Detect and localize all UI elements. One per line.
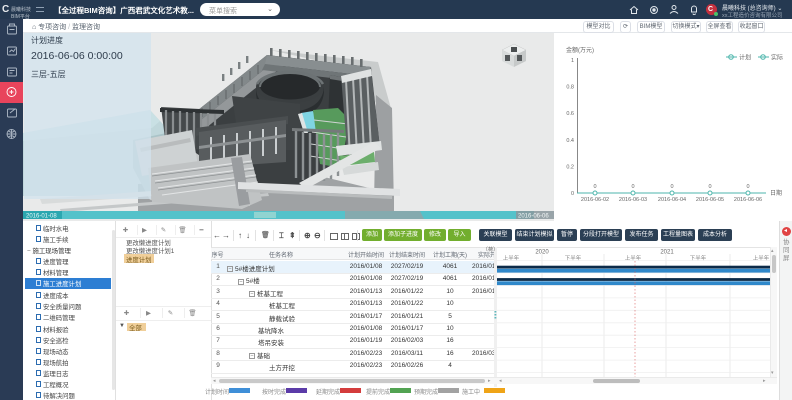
svg-text:0: 0 <box>571 191 574 197</box>
svg-text:0: 0 <box>593 184 596 190</box>
svg-text:日期: 日期 <box>770 189 782 197</box>
svg-text:0.8: 0.8 <box>566 85 574 91</box>
svg-text:0.2: 0.2 <box>566 164 574 170</box>
svg-text:实际: 实际 <box>771 54 783 62</box>
svg-text:0: 0 <box>631 184 634 190</box>
svg-text:0: 0 <box>670 184 673 190</box>
svg-text:0.6: 0.6 <box>566 111 574 117</box>
svg-text:2016-01-08: 2016-01-08 <box>26 214 57 220</box>
svg-text:2016-06-06: 2016-06-06 <box>734 197 762 203</box>
svg-text:1: 1 <box>571 58 574 64</box>
svg-text:金额(万元): 金额(万元) <box>566 46 594 54</box>
svg-text:0: 0 <box>708 184 711 190</box>
svg-text:0.4: 0.4 <box>566 138 574 144</box>
svg-text:计划: 计划 <box>739 54 751 62</box>
svg-text:0: 0 <box>746 184 749 190</box>
svg-text:2016-06-04: 2016-06-04 <box>658 197 686 203</box>
svg-text:2016-06-05: 2016-06-05 <box>696 197 724 203</box>
svg-text:2021: 2021 <box>660 250 674 256</box>
svg-text:2016-06-03: 2016-06-03 <box>619 197 647 203</box>
svg-text:2016-06-02: 2016-06-02 <box>581 197 609 203</box>
svg-text:2016-06-06: 2016-06-06 <box>518 214 549 220</box>
